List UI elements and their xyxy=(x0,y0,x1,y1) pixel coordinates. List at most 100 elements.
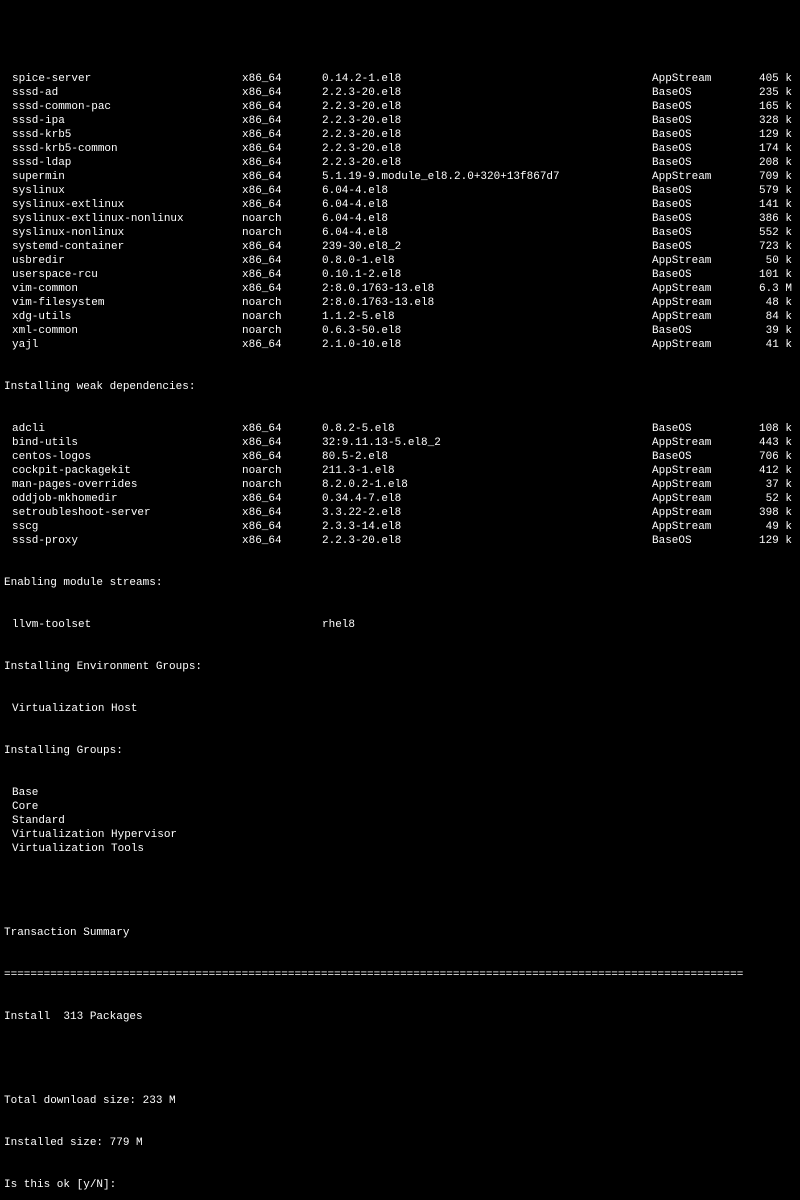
pkg-size: 706 k xyxy=(742,450,792,464)
pkg-repo: BaseOS xyxy=(652,240,742,254)
pkg-repo: BaseOS xyxy=(652,184,742,198)
weak-deps-header: Installing weak dependencies: xyxy=(4,380,796,394)
pkg-name: sssd-common-pac xyxy=(12,100,242,114)
blank-line xyxy=(4,1052,796,1066)
pkg-size: 6.3 M xyxy=(742,282,792,296)
pkg-arch: noarch xyxy=(242,478,322,492)
pkg-arch: x86_64 xyxy=(242,240,322,254)
pkg-version: 3.3.22-2.el8 xyxy=(322,506,652,520)
package-row: syslinuxx86_646.04-4.el8BaseOS579 k xyxy=(4,184,796,198)
terminal-output: spice-serverx86_640.14.2-1.el8AppStream4… xyxy=(0,42,800,1200)
pkg-name: centos-logos xyxy=(12,450,242,464)
pkg-size: 235 k xyxy=(742,86,792,100)
pkg-size: 579 k xyxy=(742,184,792,198)
pkg-arch: noarch xyxy=(242,296,322,310)
pkg-repo: BaseOS xyxy=(652,86,742,100)
total-download-size: Total download size: 233 M xyxy=(4,1094,796,1108)
package-row: sssd-adx86_642.2.3-20.el8BaseOS235 k xyxy=(4,86,796,100)
package-row: setroubleshoot-serverx86_643.3.22-2.el8A… xyxy=(4,506,796,520)
pkg-name: userspace-rcu xyxy=(12,268,242,282)
group-item: Virtualization Hypervisor xyxy=(4,828,796,842)
module-name: llvm-toolset xyxy=(12,618,242,632)
pkg-version: 32:9.11.13-5.el8_2 xyxy=(322,436,652,450)
pkg-version: 2.2.3-20.el8 xyxy=(322,114,652,128)
package-row: centos-logosx86_6480.5-2.el8BaseOS706 k xyxy=(4,450,796,464)
package-row: yajlx86_642.1.0-10.el8AppStream41 k xyxy=(4,338,796,352)
pkg-repo: AppStream xyxy=(652,254,742,268)
pkg-size: 84 k xyxy=(742,310,792,324)
pkg-version: 2:8.0.1763-13.el8 xyxy=(322,282,652,296)
pkg-arch: x86_64 xyxy=(242,156,322,170)
package-row: sscgx86_642.3.3-14.el8AppStream49 k xyxy=(4,520,796,534)
pkg-version: 2.2.3-20.el8 xyxy=(322,142,652,156)
pkg-size: 723 k xyxy=(742,240,792,254)
pkg-repo: AppStream xyxy=(652,520,742,534)
package-row: bind-utilsx86_6432:9.11.13-5.el8_2AppStr… xyxy=(4,436,796,450)
package-row: sssd-ldapx86_642.2.3-20.el8BaseOS208 k xyxy=(4,156,796,170)
pkg-version: 0.6.3-50.el8 xyxy=(322,324,652,338)
pkg-version: 0.34.4-7.el8 xyxy=(322,492,652,506)
package-row: vim-filesystemnoarch2:8.0.1763-13.el8App… xyxy=(4,296,796,310)
pkg-repo: BaseOS xyxy=(652,226,742,240)
group-list: BaseCoreStandardVirtualization Hyperviso… xyxy=(4,786,796,856)
group-item: Virtualization Tools xyxy=(4,842,796,856)
package-row: systemd-containerx86_64239-30.el8_2BaseO… xyxy=(4,240,796,254)
install-count: Install 313 Packages xyxy=(4,1010,796,1024)
pkg-size: 129 k xyxy=(742,534,792,548)
pkg-name: cockpit-packagekit xyxy=(12,464,242,478)
pkg-version: 239-30.el8_2 xyxy=(322,240,652,254)
pkg-name: systemd-container xyxy=(12,240,242,254)
confirm-prompt[interactable]: Is this ok [y/N]: xyxy=(4,1178,796,1192)
group-item: Standard xyxy=(4,814,796,828)
pkg-arch: x86_64 xyxy=(242,128,322,142)
pkg-size: 41 k xyxy=(742,338,792,352)
pkg-arch: x86_64 xyxy=(242,114,322,128)
pkg-size: 174 k xyxy=(742,142,792,156)
weak-package-list: adclix86_640.8.2-5.el8BaseOS108 kbind-ut… xyxy=(4,422,796,548)
pkg-name: adcli xyxy=(12,422,242,436)
pkg-size: 328 k xyxy=(742,114,792,128)
pkg-size: 208 k xyxy=(742,156,792,170)
pkg-repo: AppStream xyxy=(652,478,742,492)
summary-rule: ========================================… xyxy=(4,968,796,982)
blank-line xyxy=(4,884,796,898)
package-row: sssd-ipax86_642.2.3-20.el8BaseOS328 k xyxy=(4,114,796,128)
pkg-size: 129 k xyxy=(742,128,792,142)
pkg-repo: BaseOS xyxy=(652,100,742,114)
pkg-repo: BaseOS xyxy=(652,534,742,548)
pkg-repo: BaseOS xyxy=(652,450,742,464)
pkg-size: 37 k xyxy=(742,478,792,492)
pkg-repo: AppStream xyxy=(652,296,742,310)
package-row: cockpit-packagekitnoarch211.3-1.el8AppSt… xyxy=(4,464,796,478)
pkg-name: spice-server xyxy=(12,72,242,86)
package-list: spice-serverx86_640.14.2-1.el8AppStream4… xyxy=(4,72,796,352)
pkg-name: man-pages-overrides xyxy=(12,478,242,492)
group-item: Base xyxy=(4,786,796,800)
pkg-version: 2.2.3-20.el8 xyxy=(322,534,652,548)
pkg-arch: x86_64 xyxy=(242,338,322,352)
pkg-size: 50 k xyxy=(742,254,792,268)
pkg-version: 5.1.19-9.module_el8.2.0+320+13f867d7 xyxy=(322,170,652,184)
pkg-arch: noarch xyxy=(242,310,322,324)
pkg-size: 552 k xyxy=(742,226,792,240)
pkg-name: sssd-ldap xyxy=(12,156,242,170)
pkg-name: syslinux-nonlinux xyxy=(12,226,242,240)
pkg-version: 0.8.2-5.el8 xyxy=(322,422,652,436)
package-row: spice-serverx86_640.14.2-1.el8AppStream4… xyxy=(4,72,796,86)
pkg-size: 49 k xyxy=(742,520,792,534)
transaction-summary-header: Transaction Summary xyxy=(4,926,796,940)
pkg-size: 405 k xyxy=(742,72,792,86)
pkg-size: 443 k xyxy=(742,436,792,450)
pkg-arch: x86_64 xyxy=(242,534,322,548)
package-row: syslinux-nonlinuxnoarch6.04-4.el8BaseOS5… xyxy=(4,226,796,240)
env-group-item: Virtualization Host xyxy=(4,702,796,716)
pkg-arch: noarch xyxy=(242,464,322,478)
pkg-size: 165 k xyxy=(742,100,792,114)
pkg-repo: AppStream xyxy=(652,310,742,324)
module-row: llvm-toolsetrhel8 xyxy=(4,618,796,632)
pkg-repo: BaseOS xyxy=(652,422,742,436)
pkg-size: 52 k xyxy=(742,492,792,506)
pkg-name: supermin xyxy=(12,170,242,184)
pkg-version: 0.8.0-1.el8 xyxy=(322,254,652,268)
pkg-arch: x86_64 xyxy=(242,436,322,450)
